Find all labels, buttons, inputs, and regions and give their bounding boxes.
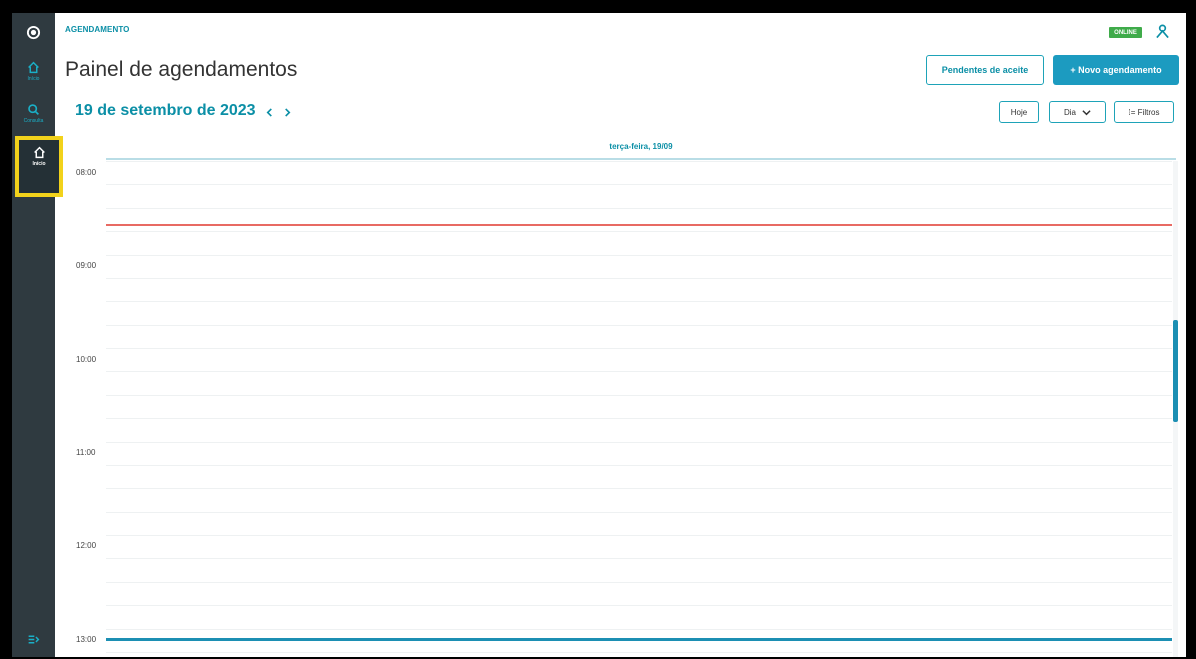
grid-line xyxy=(106,371,1172,372)
grid-line xyxy=(106,208,1172,209)
chevron-right-icon[interactable] xyxy=(280,105,294,119)
hour-label: 10:00 xyxy=(76,355,97,364)
hour-label: 12:00 xyxy=(76,541,97,550)
chevron-down-icon xyxy=(1082,109,1091,115)
grid-line xyxy=(106,348,1172,349)
logo-icon[interactable] xyxy=(12,25,55,40)
hour-label: 08:00 xyxy=(76,168,97,177)
sidebar-item-home[interactable]: Início xyxy=(12,61,55,82)
sidebar-item-label: Início xyxy=(27,76,40,82)
grid-line xyxy=(106,418,1172,419)
section-label: AGENDAMENTO xyxy=(65,25,130,34)
view-select[interactable]: Dia xyxy=(1049,101,1106,123)
page-title: Painel de agendamentos xyxy=(65,58,298,81)
day-calendar: terça-feira, 19/09 08:00 09:00 10:00 11:… xyxy=(65,133,1178,657)
view-select-value: Dia xyxy=(1063,107,1076,117)
current-date: 19 de setembro de 2023 xyxy=(75,102,256,119)
sidebar: Início Consulta Início xyxy=(12,13,63,657)
hour-label: 11:00 xyxy=(76,448,96,457)
grid-line xyxy=(106,184,1172,185)
search-icon xyxy=(28,104,39,115)
user-icon[interactable] xyxy=(1155,23,1170,39)
grid-line xyxy=(106,512,1172,513)
grid-line xyxy=(106,161,1172,162)
scrollbar[interactable] xyxy=(1173,161,1178,657)
day-column-header: terça-feira, 19/09 xyxy=(106,135,1176,160)
grid-line xyxy=(106,278,1172,279)
grid-line xyxy=(106,465,1172,466)
current-time-indicator xyxy=(106,224,1172,226)
grid-line xyxy=(106,629,1172,630)
grid-line xyxy=(106,442,1172,443)
sidebar-item-home-active[interactable]: Início xyxy=(15,136,63,197)
collapse-menu-icon[interactable] xyxy=(12,633,55,646)
grid-line xyxy=(106,535,1172,536)
scrollbar-thumb[interactable] xyxy=(1173,320,1178,422)
home-icon xyxy=(28,61,39,74)
today-button[interactable]: Hoje xyxy=(999,101,1039,123)
grid-line xyxy=(106,558,1172,559)
home-icon xyxy=(33,146,45,159)
grid-line xyxy=(106,231,1172,232)
grid-line xyxy=(106,325,1172,326)
app-window: Início Consulta Início AGENDAMENTO ONLIN… xyxy=(12,13,1186,657)
hour-label: 09:00 xyxy=(76,261,97,270)
new-appointment-button[interactable]: + Novo agendamento xyxy=(1053,55,1179,85)
grid-line xyxy=(106,301,1172,302)
status-badge: ONLINE xyxy=(1109,27,1142,38)
grid-line xyxy=(106,395,1172,396)
filters-button[interactable]: ⁞= Filtros xyxy=(1114,101,1174,123)
grid-line xyxy=(106,582,1172,583)
pending-acceptance-button[interactable]: Pendentes de aceite xyxy=(926,55,1044,85)
sidebar-item-consulta[interactable]: Consulta xyxy=(12,103,55,124)
grid-line xyxy=(106,605,1172,606)
chevron-left-icon[interactable] xyxy=(262,105,276,119)
grid-line xyxy=(106,652,1172,653)
timeline-divider xyxy=(106,638,1172,641)
grid-line xyxy=(106,255,1172,256)
grid-line xyxy=(106,488,1172,489)
time-grid[interactable] xyxy=(106,161,1172,657)
sidebar-item-label: Consulta xyxy=(23,118,44,124)
sidebar-item-label: Início xyxy=(32,161,46,167)
hour-label: 13:00 xyxy=(76,635,97,644)
